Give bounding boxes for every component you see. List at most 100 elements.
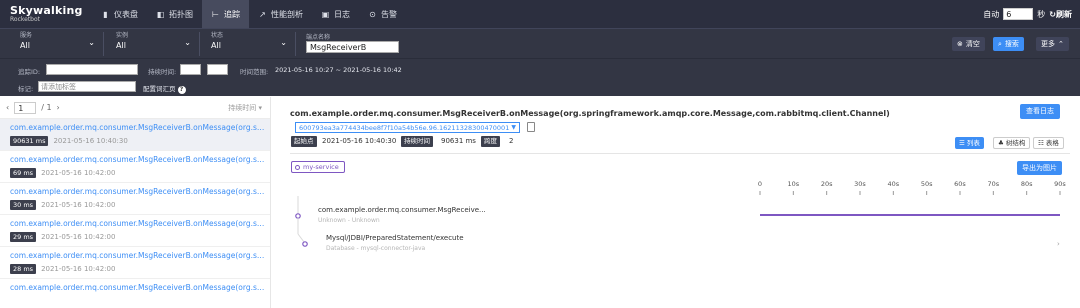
trace-time: 2021-05-16 10:42:00 (41, 169, 116, 177)
trace-detail-title: com.example.order.mq.consumer.MsgReceive… (290, 109, 890, 118)
nav-item[interactable]: ▮ 仪表盘 (92, 0, 147, 28)
table-view-button[interactable]: ☷ 表格 (1033, 137, 1064, 149)
tag-label: 标记: (18, 85, 34, 93)
trace-meta: 90631 ms 2021-05-16 10:40:30 (10, 136, 270, 146)
log-icon: ▣ (321, 9, 330, 19)
trace-list-item[interactable]: com.example.order.mq.consumer.MsgReceive… (0, 215, 270, 247)
nav-label: 追踪 (224, 9, 240, 19)
topology-icon: ◧ (156, 9, 165, 19)
span-name[interactable]: Mysql/JDBI/PreparedStatement/execute (326, 234, 464, 242)
clear-button[interactable]: ⊗ 清空 (952, 37, 985, 51)
profile-icon: ↗ (259, 9, 266, 19)
trace-time: 2021-05-16 10:42:00 (41, 233, 116, 241)
trace-list-item[interactable]: com.example.order.mq.consumer.MsgReceive… (0, 119, 270, 151)
duration-label: 持续时间: (148, 68, 177, 76)
trace-id-label: 追踪ID: (18, 68, 41, 76)
divider (290, 153, 1070, 154)
table-view-label: 表格 (1045, 139, 1059, 147)
trace-list: com.example.order.mq.consumer.MsgReceive… (0, 119, 270, 308)
auto-label: 自动 (983, 9, 1000, 19)
duration-tag: 持续时间 (401, 136, 433, 147)
trace-list-item[interactable]: com.example.order.mq.consumer.MsgReceive… (0, 279, 270, 308)
table-icon: ☷ (1038, 139, 1044, 147)
span-component: Unknown - Unknown (318, 217, 380, 224)
trace-id-select[interactable]: 600793ea3a774434bee8f7f10a54b56e.96.1621… (295, 122, 520, 133)
nav-list: ▮ 仪表盘 ◧ 拓扑图 ⊢ 追踪 ↗ 性能剖析 ▣ 日志 ⊙ 告警 (92, 0, 406, 28)
depth-value: 2 (509, 137, 514, 145)
nav-item[interactable]: ⊢ 追踪 (202, 0, 249, 28)
axis-tick-label: 70s (987, 180, 999, 188)
tag-input[interactable]: 请添加标签 (38, 81, 136, 92)
trace-duration-badge: 29 ms (10, 232, 37, 242)
nav-item[interactable]: ⊙ 告警 (359, 0, 406, 28)
instance-select[interactable]: 实例 All ⌄ (104, 32, 200, 56)
trace-duration-badge: 90631 ms (10, 136, 49, 146)
endpoint-label: 端点名称 (306, 34, 331, 41)
nav-item[interactable]: ↗ 性能剖析 (249, 0, 312, 28)
page-input[interactable]: 1 (14, 101, 37, 114)
trace-duration-badge: 69 ms (10, 168, 37, 178)
duration-max-input[interactable] (207, 64, 228, 75)
trace-list-item[interactable]: com.example.order.mq.consumer.MsgReceive… (0, 151, 270, 183)
axis-tick-label: 40s (887, 180, 899, 188)
list-view-button[interactable]: ☰ 列表 (955, 137, 984, 149)
trace-meta: 30 ms 2021-05-16 10:42:00 (10, 200, 270, 210)
seconds-label: 秒 (1037, 9, 1046, 19)
more-label: 更多 (1041, 40, 1055, 48)
status-select[interactable]: 状态 All ⌄ (200, 32, 296, 56)
trace-meta: 29 ms 2021-05-16 10:42:00 (10, 232, 270, 242)
copy-icon[interactable] (527, 122, 535, 132)
trace-duration-badge: 30 ms (10, 200, 37, 210)
more-button[interactable]: 更多 ⌃ (1036, 37, 1069, 51)
trace-icon: ⊢ (212, 9, 219, 19)
tree-view-label: 树结构 (1005, 139, 1026, 147)
span-duration-bar[interactable] (760, 214, 1060, 216)
time-range-value[interactable]: 2021-05-16 10:27 ~ 2021-05-16 10:42 (275, 66, 402, 74)
axis-tick-label: 10s (787, 180, 799, 188)
export-image-button[interactable]: 导出为图片 (1017, 161, 1062, 175)
trace-endpoint: com.example.order.mq.consumer.MsgReceive… (10, 251, 265, 260)
nav-label: 告警 (381, 9, 397, 19)
sort-select[interactable]: 持续时间 ▾ (228, 103, 262, 113)
tree-view-button[interactable]: ♣ 树结构 (993, 137, 1031, 149)
axis-tick-label: 50s (921, 180, 933, 188)
dashboard-icon: ▮ (103, 9, 108, 19)
trace-endpoint: com.example.order.mq.consumer.MsgReceive… (10, 283, 265, 292)
nav-item[interactable]: ◧ 拓扑图 (147, 0, 202, 28)
search-button[interactable]: ⌕ 搜索 (993, 37, 1024, 51)
nav-label: 拓扑图 (169, 9, 193, 19)
trace-list-panel: ‹ 1 / 1 › 持续时间 ▾ com.example.order.mq.co… (0, 97, 271, 308)
service-dot-icon (295, 164, 300, 170)
pagination: ‹ 1 / 1 › 持续时间 ▾ (0, 97, 270, 119)
trace-id-input[interactable] (46, 64, 138, 75)
service-chip-label: my-service (303, 163, 339, 171)
tag-config-link[interactable]: 配置词汇页? (143, 83, 186, 94)
axis-tick-label: 30s (854, 180, 866, 188)
view-log-button[interactable]: 查看日志 (1020, 104, 1060, 119)
endpoint-input[interactable]: MsgReceiverB (306, 41, 399, 53)
service-select[interactable]: 服务 All ⌄ (0, 32, 104, 56)
top-navbar: Skywalking Rocketbot ▮ 仪表盘 ◧ 拓扑图 ⊢ 追踪 ↗ 性能剖析 ▣ 日志… (0, 0, 1080, 28)
refresh-icon: ↻ (1049, 9, 1056, 19)
prev-page-icon[interactable]: ‹ (6, 103, 9, 112)
search-icon: ⌕ (998, 39, 1002, 48)
clear-label: 清空 (965, 40, 980, 48)
service-chip[interactable]: my-service (291, 161, 345, 173)
trace-list-item[interactable]: com.example.order.mq.consumer.MsgReceive… (0, 247, 270, 279)
filter-bar: 服务 All ⌄ 实例 All ⌄ 状态 All ⌄ 端点名称 MsgRecei… (0, 28, 1080, 58)
help-icon[interactable]: ? (177, 86, 186, 94)
tag-config-label: 配置词汇页 (143, 85, 176, 93)
interval-input[interactable]: 6 (1003, 8, 1034, 20)
trace-list-item[interactable]: com.example.order.mq.consumer.MsgReceive… (0, 183, 270, 215)
refresh-label: 刷新 (1056, 9, 1072, 19)
nav-item[interactable]: ▣ 日志 (312, 0, 359, 28)
brand-sub: Rocketbot (10, 16, 41, 23)
axis-tick-label: 60s (954, 180, 966, 188)
duration-min-input[interactable] (180, 64, 201, 75)
auto-refresh-control: 自动 6 秒 ↻刷新 (983, 0, 1072, 28)
trace-endpoint: com.example.order.mq.consumer.MsgReceive… (10, 123, 265, 132)
brand-logo[interactable]: Skywalking Rocketbot (0, 5, 86, 23)
span-name[interactable]: com.example.order.mq.consumer.MsgReceive… (318, 206, 486, 214)
refresh-button[interactable]: ↻刷新 (1049, 9, 1072, 20)
next-page-icon[interactable]: › (57, 103, 60, 112)
